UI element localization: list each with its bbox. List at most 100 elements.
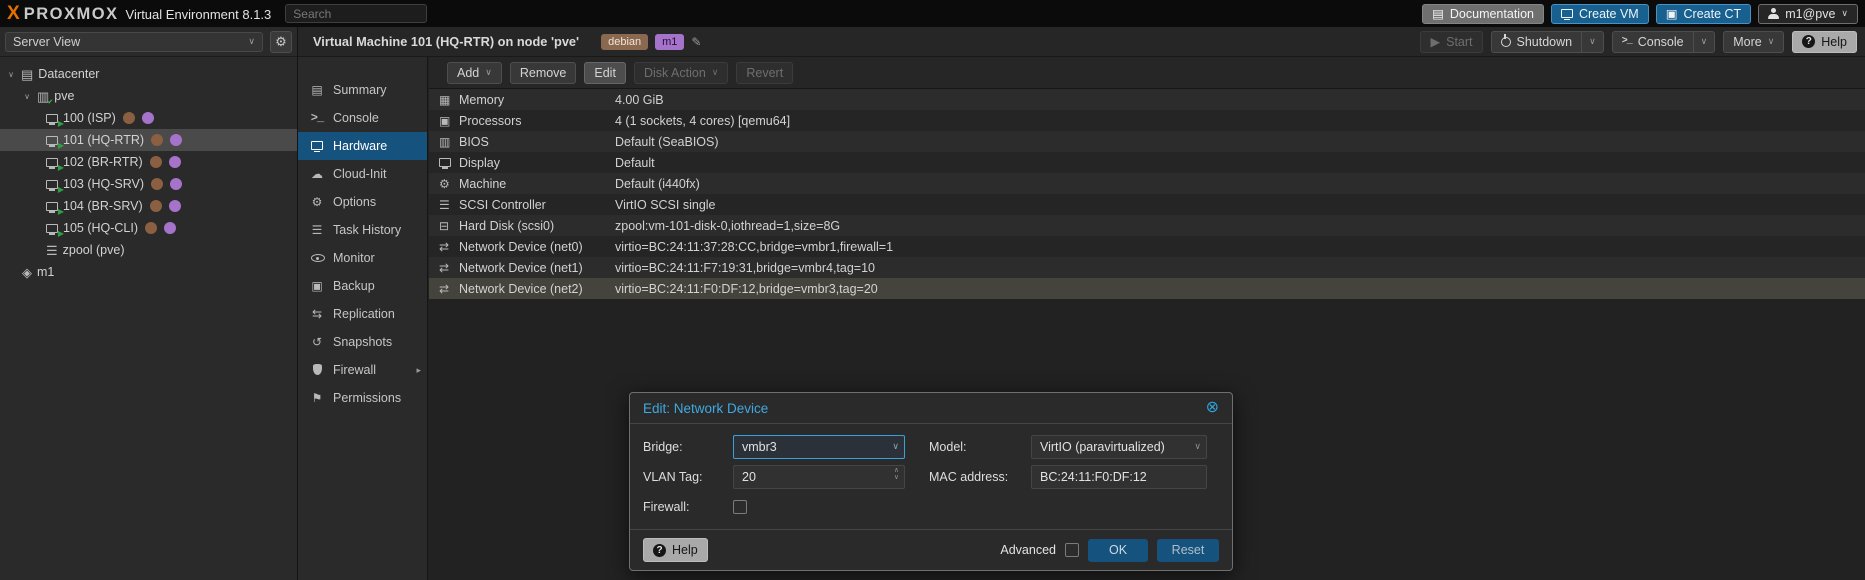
list-icon: ☰ — [309, 224, 325, 236]
tree-item-storage-zpool[interactable]: ☰ zpool (pve) — [0, 239, 297, 261]
reset-button[interactable]: Reset — [1157, 539, 1219, 562]
add-button[interactable]: Add ∨ — [447, 62, 502, 84]
expand-arrow-icon[interactable]: ∨ — [22, 92, 32, 101]
table-row-net0[interactable]: ⇄ Network Device (net0) virtio=BC:24:11:… — [429, 236, 1865, 257]
tree-item-label: 100 (ISP) — [63, 111, 116, 125]
history-icon: ↺ — [309, 336, 325, 348]
dialog-help-button[interactable]: ? Help — [643, 538, 708, 562]
proxmox-logo: X PROXMOX Virtual Environment 8.1.3 — [7, 4, 271, 24]
tag-dot-brown — [123, 112, 135, 124]
tab-cloud-init[interactable]: ☁ Cloud-Init — [298, 160, 427, 188]
tree-item-label: zpool (pve) — [63, 243, 125, 257]
row-label: BIOS — [459, 135, 615, 149]
tab-backup[interactable]: ▣ Backup — [298, 272, 427, 300]
tab-label: Hardware — [333, 139, 387, 153]
vlan-tag-input[interactable] — [733, 465, 905, 489]
edit-button[interactable]: Edit — [584, 62, 626, 84]
vm-title: Virtual Machine 101 (HQ-RTR) on node 'pv… — [313, 34, 579, 49]
revert-button[interactable]: Revert — [736, 62, 793, 84]
vlan-tag-spinner[interactable]: ∧∨ — [733, 465, 905, 489]
dialog-footer: ? Help Advanced OK Reset — [630, 529, 1232, 570]
tab-firewall[interactable]: Firewall ▸ — [298, 356, 427, 384]
row-value: virtio=BC:24:11:37:28:CC,bridge=vmbr1,fi… — [615, 240, 1865, 254]
book-icon: ▤ — [1432, 6, 1444, 21]
view-mode-select[interactable]: Server View ∨ — [5, 32, 263, 52]
mac-address-field[interactable] — [1031, 465, 1207, 489]
tab-permissions[interactable]: ⚑ Permissions — [298, 384, 427, 412]
table-row-scsi-controller[interactable]: ☰ SCSI Controller VirtIO SCSI single — [429, 194, 1865, 215]
user-menu-button[interactable]: m1@pve ∨ — [1758, 4, 1858, 24]
table-row-hard-disk[interactable]: ⊟ Hard Disk (scsi0) zpool:vm-101-disk-0,… — [429, 215, 1865, 236]
search-input[interactable] — [285, 4, 427, 23]
model-input[interactable] — [1031, 435, 1207, 459]
help-button[interactable]: ? Help — [1792, 31, 1857, 53]
tree-item-tag-m1[interactable]: ◈ m1 — [0, 261, 297, 283]
tab-monitor[interactable]: Monitor — [298, 244, 427, 272]
documentation-button[interactable]: ▤ Documentation — [1422, 4, 1544, 24]
tab-replication[interactable]: ⇆ Replication — [298, 300, 427, 328]
model-combobox[interactable]: ∨ — [1031, 435, 1207, 459]
table-row-net2[interactable]: ⇄ Network Device (net2) virtio=BC:24:11:… — [429, 278, 1865, 299]
top-navbar: X PROXMOX Virtual Environment 8.1.3 ▤ Do… — [0, 0, 1865, 27]
tree-item-vm-105[interactable]: ▶ 105 (HQ-CLI) — [0, 217, 297, 239]
tree-item-vm-103[interactable]: ▶ 103 (HQ-SRV) — [0, 173, 297, 195]
tree-item-vm-101[interactable]: ▶ 101 (HQ-RTR) — [0, 129, 297, 151]
table-row-bios[interactable]: ▥ BIOS Default (SeaBIOS) — [429, 131, 1865, 152]
tag-pill-m1[interactable]: m1 — [655, 34, 684, 50]
tree-settings-button[interactable]: ⚙ — [270, 31, 292, 53]
table-row-machine[interactable]: ⚙ Machine Default (i440fx) — [429, 173, 1865, 194]
tree-item-label: 101 (HQ-RTR) — [63, 133, 144, 147]
table-row-display[interactable]: Display Default — [429, 152, 1865, 173]
running-play-icon: ▶ — [58, 230, 64, 238]
create-vm-button[interactable]: Create VM — [1551, 4, 1649, 24]
console-button[interactable]: >_ Console — [1613, 32, 1693, 52]
more-button[interactable]: More ∨ — [1723, 31, 1784, 53]
remove-button[interactable]: Remove — [510, 62, 577, 84]
edit-tags-pencil-icon[interactable]: ✎ — [691, 35, 701, 49]
mac-address-input[interactable] — [1031, 465, 1207, 489]
tab-console[interactable]: >_ Console — [298, 104, 427, 132]
tab-hardware[interactable]: Hardware — [298, 132, 427, 160]
tree-item-pve[interactable]: ∨ ▥✔ pve — [0, 85, 297, 107]
hdd-icon: ⊟ — [439, 220, 459, 232]
tree-item-vm-102[interactable]: ▶ 102 (BR-RTR) — [0, 151, 297, 173]
tab-snapshots[interactable]: ↺ Snapshots — [298, 328, 427, 356]
disk-action-button[interactable]: Disk Action ∨ — [634, 62, 728, 84]
tag-pill-debian[interactable]: debian — [601, 34, 648, 50]
tree-item-vm-104[interactable]: ▶ 104 (BR-SRV) — [0, 195, 297, 217]
tab-summary[interactable]: ▤ Summary — [298, 76, 427, 104]
tab-task-history[interactable]: ☰ Task History — [298, 216, 427, 244]
floppy-icon: ▣ — [309, 280, 325, 292]
firewall-checkbox[interactable] — [733, 500, 747, 514]
remove-label: Remove — [520, 66, 567, 80]
bridge-input[interactable] — [733, 435, 905, 459]
eye-icon — [309, 251, 325, 265]
firewall-label: Firewall: — [643, 500, 733, 514]
resource-tree-panel: Server View ∨ ⚙ ∨ ▤ Datacenter ∨ ▥✔ pve … — [0, 27, 298, 580]
spinner-arrows[interactable]: ∧∨ — [894, 467, 899, 481]
advanced-checkbox[interactable] — [1065, 543, 1079, 557]
version-text: Virtual Environment 8.1.3 — [126, 7, 272, 22]
start-button[interactable]: ▶ Start — [1420, 31, 1482, 53]
row-label: Hard Disk (scsi0) — [459, 219, 615, 233]
shutdown-button[interactable]: Shutdown — [1492, 32, 1582, 52]
row-value: virtio=BC:24:11:F7:19:31,bridge=vmbr4,ta… — [615, 261, 1865, 275]
tab-options[interactable]: ⚙ Options — [298, 188, 427, 216]
create-ct-button[interactable]: ▣ Create CT — [1656, 4, 1751, 24]
vlan-tag-label: VLAN Tag: — [643, 470, 733, 484]
cube-icon: ▣ — [1666, 6, 1678, 21]
tree-item-vm-100[interactable]: ▶ 100 (ISP) — [0, 107, 297, 129]
ok-button[interactable]: OK — [1088, 539, 1148, 562]
tree-item-datacenter[interactable]: ∨ ▤ Datacenter — [0, 63, 297, 85]
expand-arrow-icon[interactable]: ∨ — [6, 70, 16, 79]
table-row-processors[interactable]: ▣ Processors 4 (1 sockets, 4 cores) [qem… — [429, 110, 1865, 131]
dialog-titlebar[interactable]: Edit: Network Device ⊗ — [630, 393, 1232, 424]
console-menu-button[interactable]: ∨ — [1693, 32, 1715, 52]
shutdown-menu-button[interactable]: ∨ — [1581, 32, 1603, 52]
user-label: m1@pve — [1785, 7, 1835, 21]
table-row-net1[interactable]: ⇄ Network Device (net1) virtio=BC:24:11:… — [429, 257, 1865, 278]
tree-header: Server View ∨ ⚙ — [0, 27, 297, 57]
close-icon[interactable]: ⊗ — [1206, 400, 1219, 416]
table-row-memory[interactable]: ▦ Memory 4.00 GiB — [429, 89, 1865, 110]
bridge-combobox[interactable]: ∨ — [733, 435, 905, 459]
